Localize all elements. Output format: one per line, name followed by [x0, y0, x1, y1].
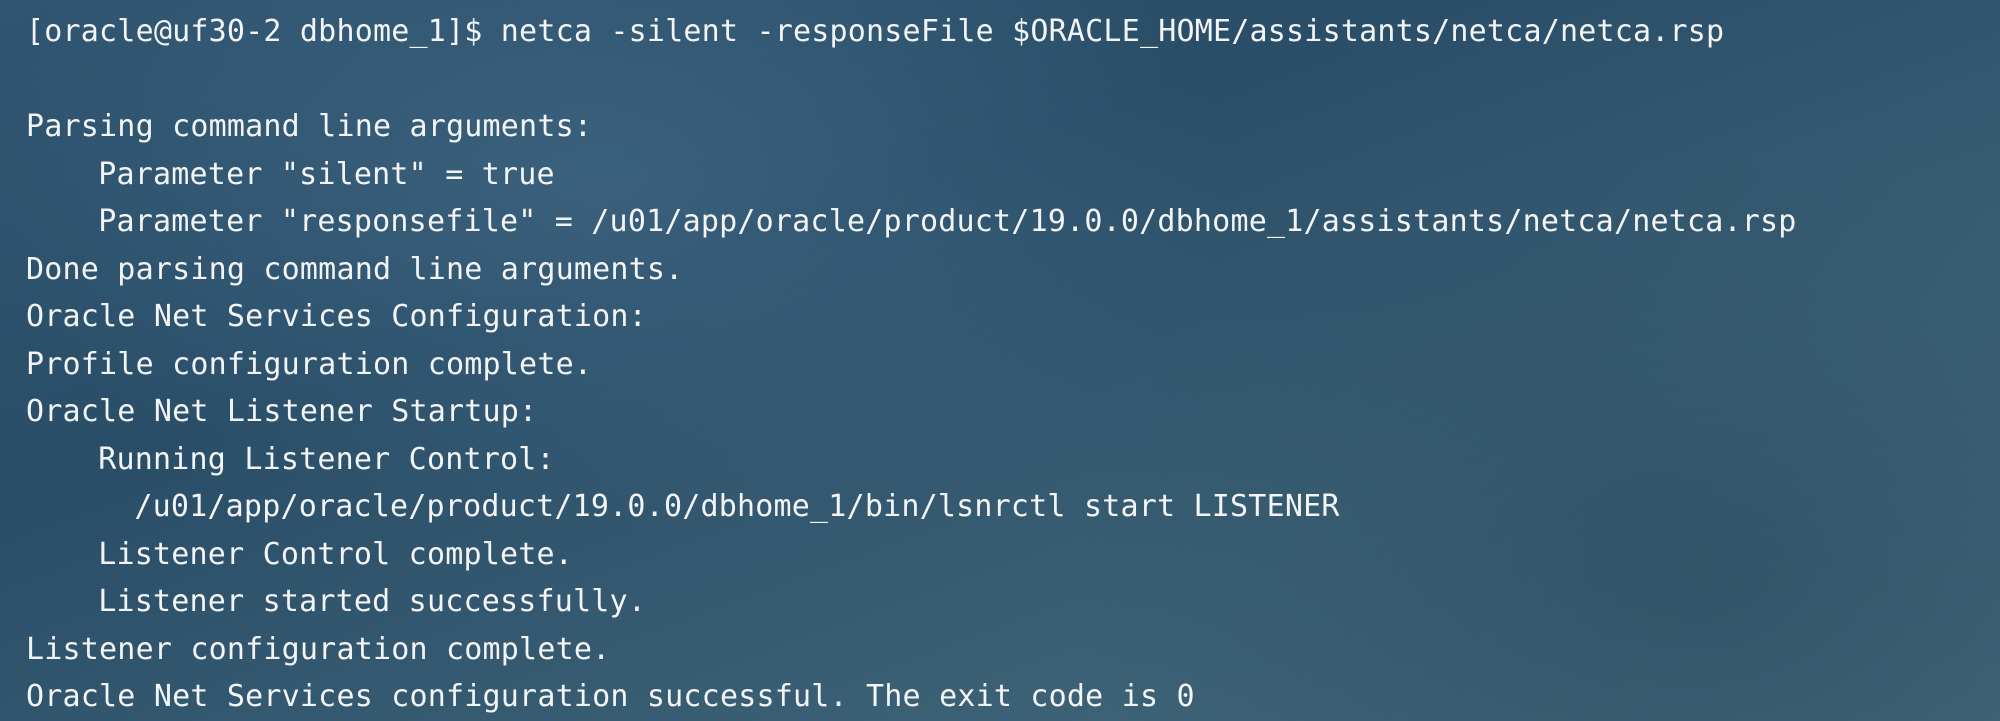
terminal-window[interactable]: [oracle@uf30-2 dbhome_1]$ netca -silent …	[0, 0, 2000, 721]
output-line: Oracle Net Services configuration succes…	[26, 679, 1195, 714]
output-line: /u01/app/oracle/product/19.0.0/dbhome_1/…	[134, 489, 1340, 524]
output-line: Parameter "silent" = true	[98, 156, 555, 192]
output-line: Parsing command line arguments:	[26, 109, 593, 144]
output-line: Listener configuration complete.	[26, 631, 611, 667]
output-line: Listener started successfully.	[98, 584, 647, 619]
output-line: Listener Control complete.	[98, 536, 574, 572]
command-prompt-line: [oracle@uf30-2 dbhome_1]$ netca -silent …	[26, 14, 1725, 49]
output-line: Oracle Net Listener Startup:	[26, 394, 538, 429]
output-line: Oracle Net Services Configuration:	[26, 299, 647, 334]
output-line: Parameter "responsefile" = /u01/app/orac…	[98, 204, 1797, 239]
output-line: Done parsing command line arguments.	[26, 251, 684, 287]
output-line: Profile configuration complete.	[26, 346, 593, 382]
output-line: Running Listener Control:	[98, 441, 555, 477]
